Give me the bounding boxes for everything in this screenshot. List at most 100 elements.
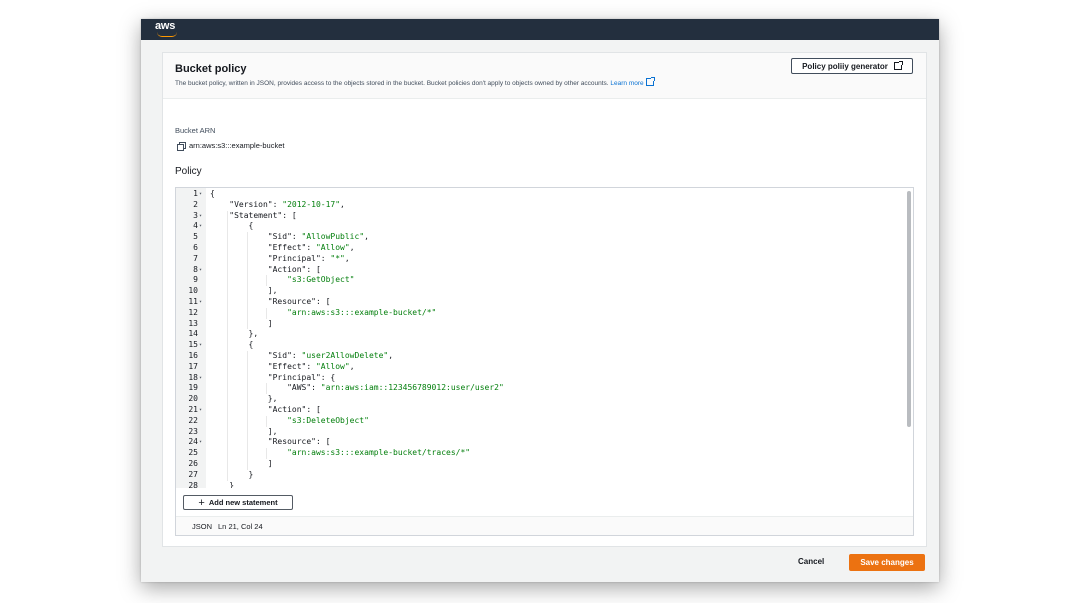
code-line: 8 ▾ "Action": [ [176,265,896,276]
fold-toggle-icon[interactable]: ▾ [199,437,202,448]
policy-editor: 1 ▾{2 "Version": "2012-10-17", 3 ▾ "Stateme… [175,187,914,536]
code-line: 1 ▾ { [176,189,896,200]
code-text: "s3:DeleteObject" [287,415,369,425]
code-text: "Principal": "*", [210,253,350,263]
code-text: "arn:aws:s3:::example-bucket/*" [287,307,437,317]
fold-toggle-icon[interactable]: ▾ [199,373,202,384]
code-text: "Effect": "Allow", [210,361,355,371]
description-text: The bucket policy, written in JSON, prov… [175,80,609,87]
code-text: } [210,469,254,479]
fold-toggle-icon[interactable]: ▾ [199,221,202,232]
bucket-arn-label: Bucket ARN [175,126,216,135]
line-number: 28 [188,480,198,488]
code-text: }, [210,394,278,404]
aws-logo[interactable]: aws [155,20,181,38]
line-number: 7 [193,253,198,263]
line-number: 13 [188,318,198,328]
line-number: 21 [188,405,198,414]
line-number: 20 [188,394,198,404]
policy-generator-label: Policy poliiy generator [802,61,888,71]
code-text: ] [210,318,273,328]
code-text: "Effect": "Allow", [210,243,355,252]
code-line: 26 ] [176,459,896,470]
code-text: }, [210,329,259,339]
fold-toggle-icon[interactable]: ▾ [199,211,202,222]
editor-scrollbar[interactable] [907,191,911,427]
code-text: "arn:aws:s3:::example-bucket/traces/*" [287,448,471,458]
fold-toggle-icon[interactable]: ▾ [199,189,202,200]
code-text: "Action": [ [210,264,321,274]
line-number: 8 [193,264,198,274]
code-line: 11 ▾ "Resource": [ [176,297,896,308]
code-text: ] [210,459,273,468]
code-text: { [210,221,254,231]
code-line: 15 ▾ { [176,340,896,351]
cancel-button[interactable]: Cancel [798,557,824,566]
code-line: 23 ], [176,427,896,438]
code-line: 13 ] [176,319,896,330]
fold-toggle-icon[interactable]: ▾ [199,297,202,308]
save-changes-label: Save changes [860,558,914,567]
code-line: 24 ▾ "Resource": [ [176,437,896,448]
code-line: 14 }, [176,329,896,340]
code-line: 12 "arn:aws:s3:::example-bucket/*" [176,308,896,319]
line-number: 1 [193,189,198,198]
add-new-statement-button[interactable]: + Add new statement [183,495,293,510]
external-link-icon [645,77,655,86]
code-text: { [210,340,254,350]
code-text: "Principal": { [210,372,336,382]
code-text: "Action": [ [210,405,321,414]
code-text: ], [210,286,278,296]
aws-logo-text: aws [155,20,176,32]
line-number: 10 [188,286,198,296]
learn-more-link[interactable]: Learn more [610,77,655,87]
copy-icon[interactable] [177,142,186,151]
code-line: 5 "Sid": "AllowPublic", [176,232,896,243]
line-number: 18 [188,372,198,382]
bucket-arn-value: arn:aws:s3:::example-bucket [189,141,285,150]
code-line: 10 ], [176,286,896,297]
fold-toggle-icon[interactable]: ▾ [199,265,202,276]
code-line: 27 } [176,470,896,481]
line-number: 25 [188,448,198,458]
code-text: "Sid": "AllowPublic", [210,232,369,242]
code-text: "Resource": [ [210,437,331,447]
line-number: 17 [188,361,198,371]
external-link-icon [893,61,903,70]
save-changes-button[interactable]: Save changes [849,554,925,571]
fold-toggle-icon[interactable]: ▾ [199,340,202,351]
code-line: 28 } [176,481,896,488]
bucket-arn-row: arn:aws:s3:::example-bucket [177,141,285,151]
line-number: 5 [193,232,198,242]
policy-label: Policy [175,166,202,177]
code-line: 7 "Principal": "*", [176,254,896,265]
code-text: "Statement": [ [210,210,297,220]
line-number: 9 [193,275,198,285]
panel-header: Bucket policy The bucket policy, written… [163,53,926,99]
code-line: 2 "Version": "2012-10-17", [176,200,896,211]
line-number: 11 [188,297,198,306]
line-number: 4 [193,221,198,231]
line-number: 23 [188,426,198,436]
policy-generator-button[interactable]: Policy poliiy generator [791,58,913,74]
panel-description: The bucket policy, written in JSON, prov… [175,77,655,87]
code-line: 9 "s3:GetObject" [176,275,896,286]
language-mode: JSON [192,521,213,531]
code-editor[interactable]: 1 ▾{2 "Version": "2012-10-17", 3 ▾ "Stateme… [176,188,913,488]
line-number: 14 [188,329,198,339]
top-navigation-bar: aws [141,19,939,40]
line-number: 24 [188,437,198,447]
fold-toggle-icon[interactable]: ▾ [199,405,202,416]
line-number: 12 [188,307,198,317]
code-line: 17 "Effect": "Allow", [176,362,896,373]
line-number: 26 [188,459,198,468]
code-line: 16 "Sid": "user2AllowDelete", [176,351,896,362]
code-line: 18 ▾ "Principal": { [176,373,896,384]
cancel-label: Cancel [798,557,825,566]
line-number: 22 [188,415,198,425]
cursor-position: Ln 21, Col 24 [218,521,263,531]
code-text: "s3:GetObject" [287,275,355,285]
code-line: 3 ▾ "Statement": [ [176,211,896,222]
code-text: "Sid": "user2AllowDelete", [210,351,394,360]
code-line: 22 "s3:DeleteObject" [176,416,896,427]
